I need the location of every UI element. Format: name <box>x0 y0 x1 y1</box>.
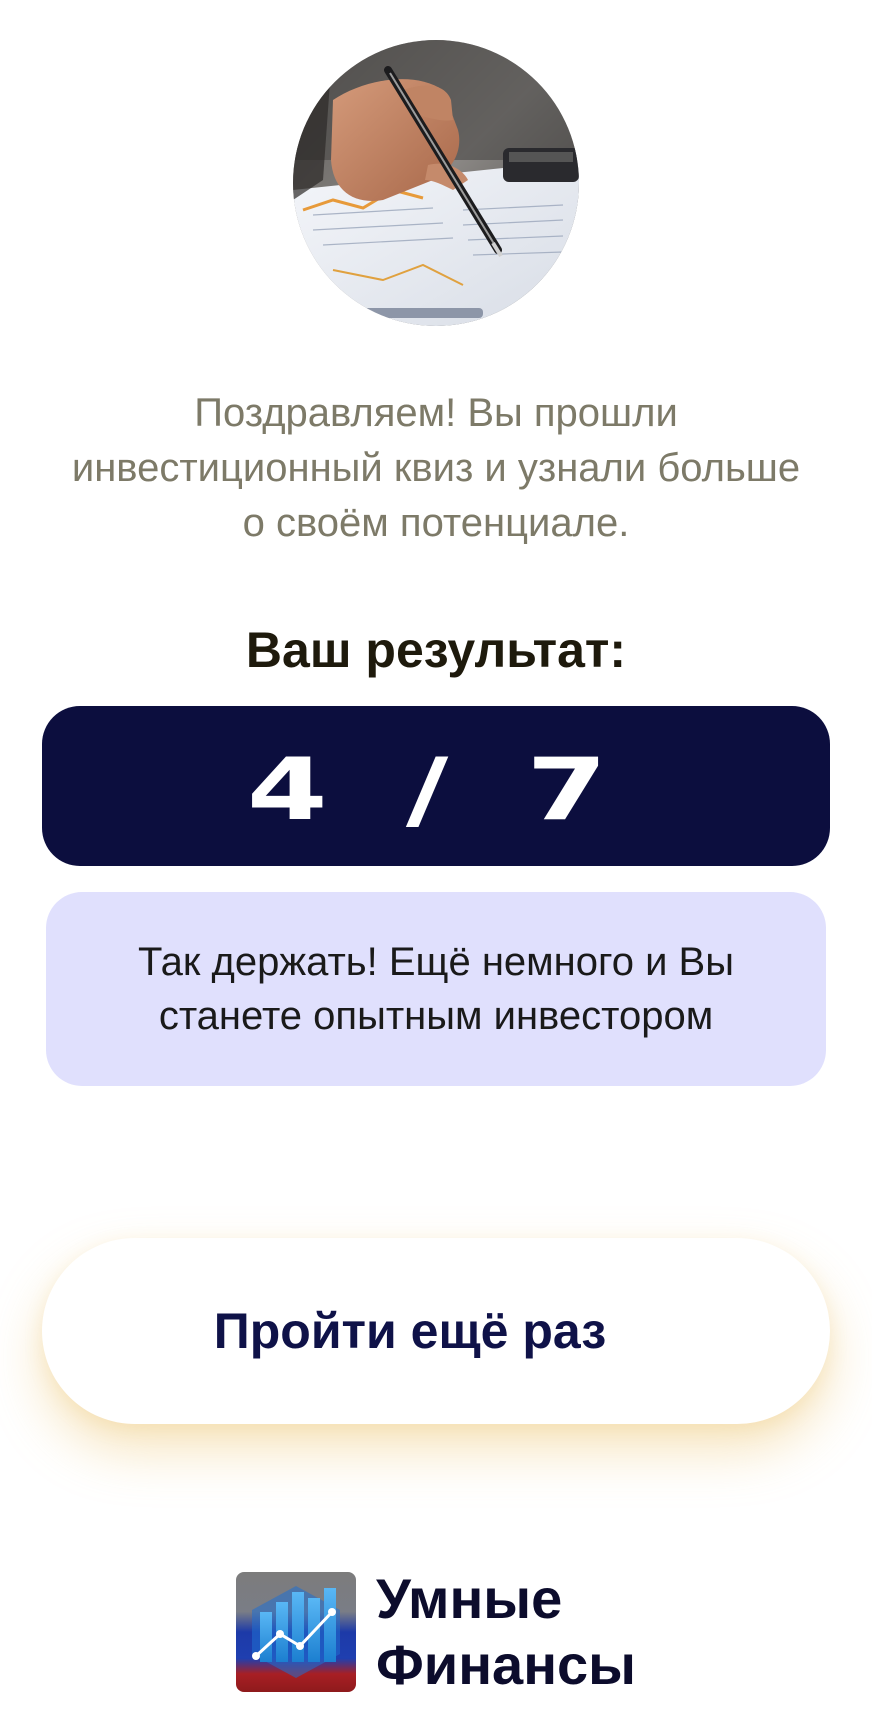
congrats-line-2: инвестиционный квиз и узнали больше <box>71 446 801 490</box>
retry-button-label: Пройти ещё раз <box>213 1303 607 1359</box>
congrats-message: Поздравляем! Вы прошли инвестиционный кв… <box>20 386 852 551</box>
chart-growth-logo-icon <box>236 1572 356 1692</box>
congrats-line-1: Поздравляем! Вы прошли <box>194 391 678 435</box>
brand-name-line-2: Финансы <box>376 1633 636 1696</box>
congrats-line-3: о своём потенциале. <box>242 501 630 545</box>
feedback-box: Так держать! Ещё немного и Вы станете оп… <box>46 892 826 1086</box>
score-box: 4 / 7 <box>42 706 830 866</box>
result-label: Ваш результат: <box>245 622 627 678</box>
score-value: 4 / 7 <box>246 740 626 840</box>
retry-button[interactable]: Пройти ещё раз <box>42 1238 830 1424</box>
brand-name: Умные Финансы <box>376 1566 636 1698</box>
feedback-line-2: станете опытным инвестором <box>158 994 714 1038</box>
hero-image <box>293 40 579 326</box>
hand-pen-photo-icon <box>293 40 579 326</box>
brand-name-line-1: Умные <box>376 1567 563 1630</box>
feedback-line-1: Так держать! Ещё немного и Вы <box>138 940 734 984</box>
